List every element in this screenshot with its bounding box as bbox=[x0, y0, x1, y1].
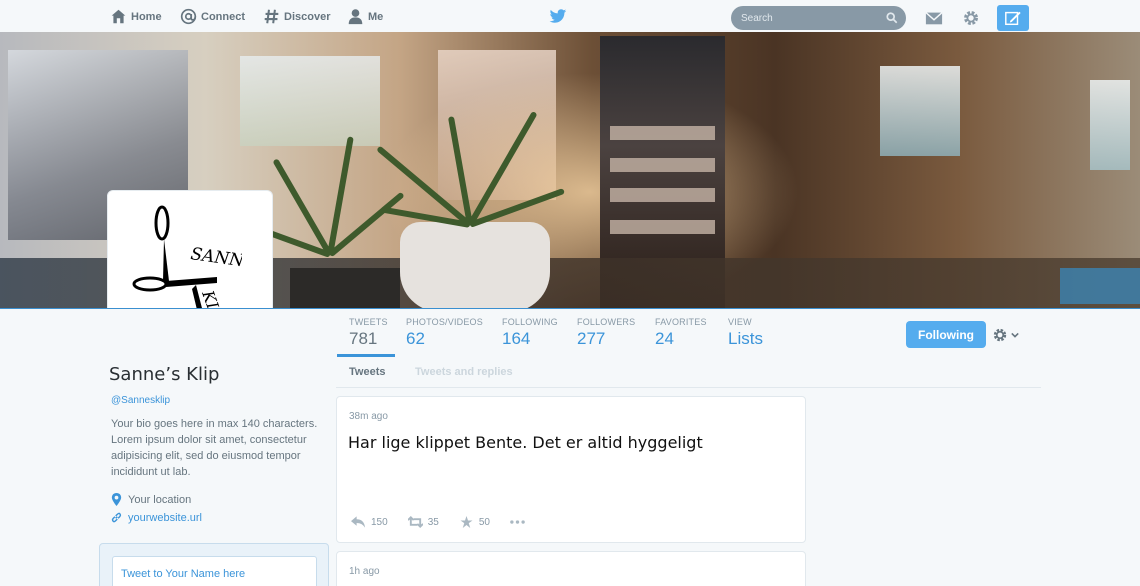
reply-count: 150 bbox=[371, 516, 388, 528]
user-actions-dropdown[interactable] bbox=[992, 326, 1022, 344]
svg-text:SANNE'S: SANNE'S bbox=[189, 244, 242, 275]
stat-tweets-label: TWEETS bbox=[349, 317, 388, 327]
stat-favorites-label: FAVORITES bbox=[655, 317, 707, 327]
reply-icon bbox=[351, 516, 366, 528]
nav-home-label: Home bbox=[131, 10, 162, 23]
chevron-down-icon bbox=[1011, 332, 1019, 338]
stat-lists-value: Lists bbox=[728, 329, 763, 348]
following-button[interactable]: Following bbox=[906, 321, 986, 348]
compose-tweet-button[interactable] bbox=[997, 5, 1029, 31]
stat-favorites[interactable]: FAVORITES 24 bbox=[655, 317, 707, 349]
nav-me-label: Me bbox=[368, 10, 384, 23]
search-icon[interactable] bbox=[886, 12, 898, 24]
gear-icon[interactable] bbox=[962, 9, 980, 27]
profile-location: Your location bbox=[111, 493, 191, 506]
compose-icon bbox=[1005, 11, 1021, 26]
tweet-to-input[interactable] bbox=[112, 556, 317, 586]
retweet-button[interactable]: 35 bbox=[407, 516, 439, 528]
gear-icon bbox=[993, 328, 1007, 342]
stat-photos-label: PHOTOS/VIDEOS bbox=[406, 317, 483, 327]
stat-photos-value: 62 bbox=[406, 329, 425, 348]
tweet-actions: 150 35 50 bbox=[351, 516, 550, 528]
more-icon bbox=[510, 520, 525, 524]
tweet-timestamp[interactable]: 38m ago bbox=[349, 411, 388, 422]
search-input[interactable] bbox=[731, 6, 881, 30]
nav-connect[interactable]: Connect bbox=[180, 8, 245, 25]
stat-following-label: FOLLOWING bbox=[502, 317, 558, 327]
nav-home[interactable]: Home bbox=[110, 8, 162, 25]
link-icon bbox=[111, 512, 122, 523]
stat-lists-label: VIEW bbox=[728, 317, 752, 327]
stat-tweets-value: 781 bbox=[349, 329, 378, 348]
at-icon bbox=[180, 8, 197, 25]
tab-tweets-and-replies[interactable]: Tweets and replies bbox=[415, 366, 513, 378]
favorite-button[interactable]: 50 bbox=[459, 516, 490, 528]
stat-followers-value: 277 bbox=[577, 329, 606, 348]
mail-icon[interactable] bbox=[925, 9, 943, 27]
reply-button[interactable]: 150 bbox=[351, 516, 388, 528]
tweet-text: Har lige klippet Bente. Det er altid hyg… bbox=[348, 433, 703, 452]
stat-followers[interactable]: FOLLOWERS 277 bbox=[577, 317, 635, 349]
hash-icon bbox=[264, 9, 279, 24]
search-box[interactable] bbox=[731, 6, 906, 30]
stat-following-value: 164 bbox=[502, 329, 531, 348]
timeline-tabs: Tweets Tweets and replies bbox=[336, 357, 1041, 388]
tweet-to-box bbox=[99, 543, 329, 586]
location-icon bbox=[111, 493, 122, 506]
profile-location-text: Your location bbox=[128, 493, 192, 506]
stat-tweets[interactable]: TWEETS 781 bbox=[337, 317, 395, 357]
tab-tweets[interactable]: Tweets bbox=[349, 366, 385, 378]
stat-following[interactable]: FOLLOWING 164 bbox=[502, 317, 558, 349]
star-icon bbox=[460, 516, 473, 528]
profile-bio: Your bio goes here in max 140 characters… bbox=[111, 418, 318, 478]
more-options-button[interactable] bbox=[510, 516, 530, 528]
stat-photos-videos[interactable]: PHOTOS/VIDEOS 62 bbox=[406, 317, 483, 349]
twitter-bird-icon[interactable] bbox=[549, 9, 567, 24]
favorite-count: 50 bbox=[478, 516, 490, 528]
tweet-card[interactable]: 38m ago Har lige klippet Bente. Det er a… bbox=[336, 396, 806, 543]
nav-me[interactable]: Me bbox=[347, 8, 383, 25]
top-navigation-bar: Home Connect Discover Me bbox=[0, 0, 1140, 34]
profile-handle[interactable]: @Sannesklip bbox=[111, 395, 170, 406]
profile-name: Sanne’s Klip bbox=[109, 364, 220, 385]
profile-website[interactable]: yourwebsite.url bbox=[111, 511, 202, 524]
person-icon bbox=[348, 9, 363, 25]
nav-discover[interactable]: Discover bbox=[263, 8, 330, 25]
home-icon bbox=[111, 9, 126, 24]
stat-favorites-value: 24 bbox=[655, 329, 674, 348]
stat-lists[interactable]: VIEW Lists bbox=[728, 317, 763, 349]
retweet-count: 35 bbox=[427, 516, 439, 528]
profile-website-link[interactable]: yourwebsite.url bbox=[128, 512, 202, 524]
tweet-card[interactable]: 1h ago bbox=[336, 551, 806, 586]
tweet-timestamp[interactable]: 1h ago bbox=[349, 566, 380, 577]
nav-discover-label: Discover bbox=[284, 10, 331, 23]
stat-followers-label: FOLLOWERS bbox=[577, 317, 636, 327]
retweet-icon bbox=[407, 516, 423, 528]
profile-stats-bar: TWEETS 781 PHOTOS/VIDEOS 62 FOLLOWING 16… bbox=[0, 308, 1140, 357]
nav-connect-label: Connect bbox=[201, 10, 245, 23]
